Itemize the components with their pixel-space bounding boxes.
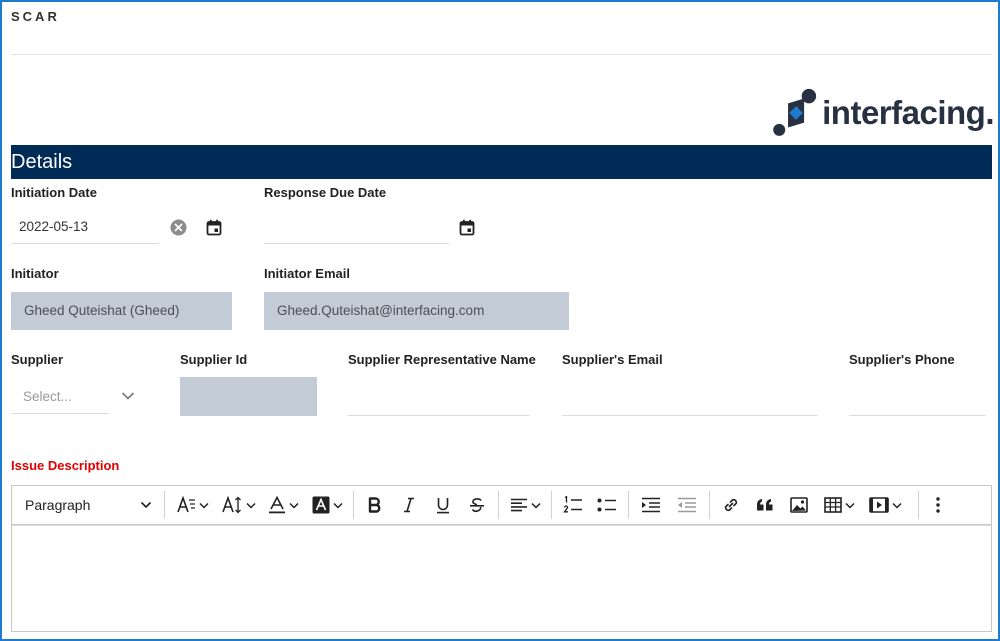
outdent-button[interactable]: [669, 490, 705, 520]
supplier-email-label: Supplier's Email: [562, 352, 663, 367]
supplier-select-placeholder: Select...: [23, 389, 72, 404]
initiation-date-label: Initiation Date: [11, 185, 97, 200]
block-quote-button[interactable]: [748, 490, 782, 520]
insert-image-button[interactable]: [782, 490, 816, 520]
font-family-icon: [176, 496, 195, 513]
initiator-field: Gheed Quteishat (Gheed): [11, 292, 232, 330]
supplier-id-field: [180, 377, 317, 416]
toolbar-separator: [628, 491, 629, 519]
initiator-email-field: Gheed.Quteishat@interfacing.com: [264, 292, 569, 330]
details-section-header: Details: [11, 145, 992, 179]
insert-table-button[interactable]: [816, 490, 862, 520]
logo-mark-icon: [773, 88, 817, 136]
font-color-icon: [268, 496, 285, 514]
numbered-list-icon: [563, 496, 582, 513]
toolbar-separator: [164, 491, 165, 519]
chevron-down-icon: [288, 502, 299, 509]
response-due-date-input[interactable]: [264, 210, 449, 244]
link-icon: [724, 498, 738, 512]
supplier-label: Supplier: [11, 352, 64, 367]
supplier-phone-label: Supplier's Phone: [849, 352, 955, 367]
more-options-button[interactable]: [923, 490, 953, 520]
chevron-down-icon: [245, 502, 256, 509]
font-family-button[interactable]: [169, 490, 215, 520]
block-quote-icon: [757, 499, 773, 511]
media-icon: [868, 497, 889, 513]
initiator-email-label: Initiator Email: [264, 266, 350, 281]
chevron-down-icon: [140, 501, 152, 509]
underline-button[interactable]: [426, 490, 460, 520]
chevron-down-icon: [891, 502, 902, 509]
italic-button[interactable]: [392, 490, 426, 520]
image-icon: [790, 497, 808, 513]
toolbar-separator: [709, 491, 710, 519]
more-vertical-icon: [936, 497, 940, 513]
bold-button[interactable]: [358, 490, 392, 520]
rich-text-toolbar: Paragraph: [11, 485, 992, 525]
italic-icon: [404, 497, 414, 513]
numbered-list-button[interactable]: [556, 490, 590, 520]
font-size-button[interactable]: [215, 490, 261, 520]
initiator-label: Initiator: [11, 266, 59, 281]
chevron-down-icon: [530, 502, 541, 509]
indent-icon: [642, 497, 660, 513]
block-format-dropdown[interactable]: Paragraph: [12, 490, 160, 520]
highlight-color-icon: [312, 496, 329, 514]
issue-description-editor[interactable]: [11, 525, 992, 632]
issue-description-label: Issue Description: [11, 458, 120, 473]
block-format-label: Paragraph: [25, 497, 91, 513]
initiation-date-input[interactable]: 2022-05-13: [11, 210, 159, 244]
link-button[interactable]: [714, 490, 748, 520]
title-divider: [11, 54, 992, 55]
toolbar-separator: [498, 491, 499, 519]
toolbar-separator: [353, 491, 354, 519]
bulleted-list-button[interactable]: [590, 490, 624, 520]
alignment-button[interactable]: [503, 490, 547, 520]
supplier-select[interactable]: Select...: [11, 380, 109, 414]
app-title: SCAR: [11, 9, 60, 24]
response-due-date-label: Response Due Date: [264, 185, 387, 200]
bulleted-list-icon: [597, 498, 616, 512]
calendar-icon[interactable]: [459, 219, 475, 236]
font-size-icon: [221, 496, 241, 514]
supplier-email-input[interactable]: [562, 382, 818, 416]
chevron-down-icon: [844, 502, 855, 509]
strikethrough-icon: [470, 497, 484, 512]
calendar-icon[interactable]: [206, 219, 222, 236]
insert-media-button[interactable]: [862, 490, 908, 520]
supplier-id-label: Supplier Id: [180, 352, 248, 367]
underline-icon: [437, 497, 449, 513]
align-left-icon: [510, 498, 527, 512]
highlight-color-button[interactable]: [305, 490, 349, 520]
chevron-down-icon: [332, 502, 343, 509]
logo-wordmark: interfacing.: [822, 94, 994, 131]
supplier-rep-name-label: Supplier Representative Name: [348, 352, 536, 367]
chevron-down-icon: [198, 502, 209, 509]
clear-date-icon[interactable]: [170, 219, 187, 236]
toolbar-separator: [918, 491, 919, 519]
toolbar-separator: [551, 491, 552, 519]
supplier-rep-name-input[interactable]: [348, 382, 530, 416]
table-icon: [823, 497, 842, 513]
indent-button[interactable]: [633, 490, 669, 520]
strikethrough-button[interactable]: [460, 490, 494, 520]
bold-icon: [368, 497, 381, 513]
outdent-icon: [678, 497, 696, 513]
brand-logo: interfacing.: [772, 80, 994, 146]
chevron-down-icon[interactable]: [121, 391, 135, 401]
font-color-button[interactable]: [261, 490, 305, 520]
supplier-phone-input[interactable]: [849, 382, 986, 416]
